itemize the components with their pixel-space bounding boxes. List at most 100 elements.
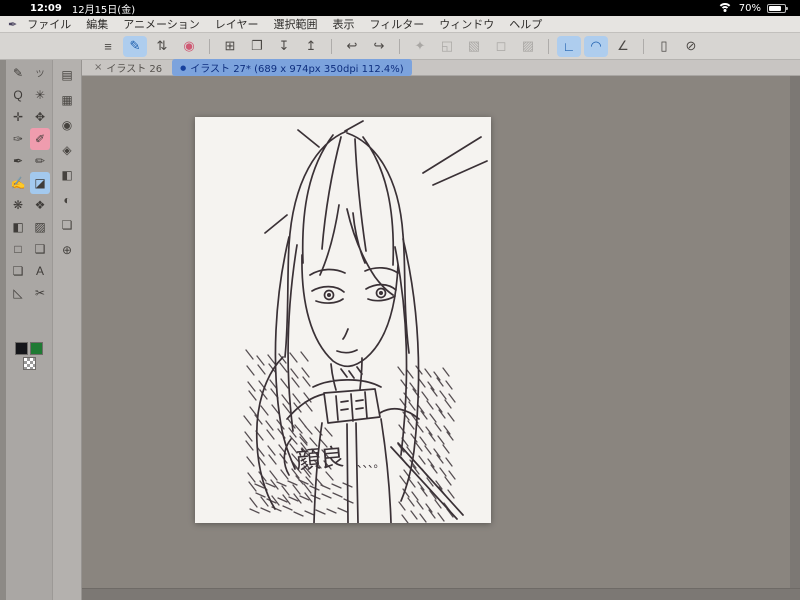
canvas-area[interactable]: 顔良 、、、。 [82,76,800,588]
menu-items: ファイル 編集 アニメーション レイヤー 選択範囲 表示 フィルター ウィンドウ ヘルプ [27,16,542,32]
marker-tool[interactable]: ✐ [30,128,50,150]
sketch-body [255,356,464,523]
edit-mode-icon[interactable]: ✎ [123,35,147,57]
menu-item[interactable]: アニメーション [123,16,200,32]
unsaved-dot-icon: ● [180,63,187,72]
color-wheel-panel-icon[interactable]: ◐ [57,191,77,209]
tab-label: イラスト 26 [106,64,163,75]
tool-palette: ✎ ツ Q ✳ ✛ ✥ ✑ ✐ ✒ ✏ ✍ ◪ ❋ ❖ ◧ ▨ □ ❑ ❏ A ◺ ✂ [6,60,52,600]
undo-icon[interactable]: ↩ [340,36,364,57]
layer-panel-icon[interactable]: ❏ [57,216,77,234]
close-tab-icon[interactable]: × [94,62,102,73]
color-swatches [11,342,47,370]
canvas-annotation-dots: 、、、。 [357,457,385,470]
pen-tool[interactable]: ✒ [8,150,28,172]
menu-item[interactable]: 選択範囲 [273,16,317,32]
pan-tool[interactable]: ✥ [30,106,50,128]
menu-item[interactable]: ファイル [27,16,71,32]
palette-dock: ▤ ▦ ◉ ◈ ◧ ◐ ❏ ⊕ [52,60,82,600]
status-date: 12月15日(金) [71,4,136,16]
text-tool[interactable]: A [30,260,50,282]
decoration-tool[interactable]: ❑ [30,238,50,260]
tool-grid: ✎ ツ Q ✳ ✛ ✥ ✑ ✐ ✒ ✏ ✍ ◪ ❋ ❖ ◧ ▨ □ ❑ ❏ A ◺ ✂ [7,62,51,304]
snap-special-ruler-icon[interactable]: ◠ [584,35,608,57]
brush-tool[interactable]: ✍ [8,172,28,194]
menu-item[interactable]: ウィンドウ [439,16,494,32]
selection-border-icon[interactable]: ▧ [462,36,486,57]
toolbar-divider [209,38,210,54]
command-bar: ≡ ✎ ⇅ ◉ ⊞ ❐ ↧ ↥ ↩ ↪ ✦ ◱ ▧ ◻ ▨ ∟ ◠ ∠ ▯ ⊘ [0,33,800,60]
clip-studio-paint-app: 12:09 12月15日(金) 70% ✒ ファイル 編集 アニメーション レイヤー選… [0,0,800,600]
sketch-drawing: 顔良 、、、。 [243,120,488,523]
workspace: ✎ ツ Q ✳ ✛ ✥ ✑ ✐ ✒ ✏ ✍ ◪ ❋ ❖ ◧ ▨ □ ❑ ❏ A ◺ ✂ ▤ ▦ ◉ ◈ ◧ ◐ ❏ ⊕ × イラスト 2… [0,59,800,600]
battery-icon [767,3,788,13]
menu-item[interactable]: フィルター [369,16,424,32]
share-icon[interactable]: ↥ [299,36,323,57]
menu-item[interactable]: 編集 [86,16,108,32]
move-tool[interactable]: ✛ [8,106,28,128]
ipad-status-bar: 12:09 12月15日(金) 70% [0,0,800,16]
navigator-panel-icon[interactable]: ⊕ [57,241,77,259]
toolbar-divider [643,38,644,54]
vertical-scrollbar[interactable] [790,76,800,588]
ruler-tool[interactable]: ◺ [8,282,28,304]
menu-item[interactable]: ヘルプ [509,16,542,32]
fill-selection-icon[interactable]: ▨ [516,36,540,57]
pen-input-icon[interactable]: ✎ [8,62,28,84]
companion-mode-icon[interactable]: ▯ [652,36,676,57]
tab-label: イラスト 27* (689 x 974px 350dpi 112.4%) [190,64,404,75]
invert-selection-icon[interactable]: ◱ [435,36,459,57]
gradient-tool[interactable]: ▨ [30,216,50,238]
selection-launcher-icon[interactable]: ◻ [489,36,513,57]
eraser-tool[interactable]: ◪ [30,172,50,194]
airbrush-tool[interactable]: ❋ [8,194,28,216]
eyedropper-tool[interactable]: ✑ [8,128,28,150]
deselect-icon[interactable]: ✦ [408,36,432,57]
auto-select-tool[interactable]: ✳ [30,84,50,106]
document-canvas[interactable]: 顔良 、、、。 [195,117,491,523]
pencil-tool[interactable]: ✏ [30,150,50,172]
blend-tool[interactable]: ❖ [30,194,50,216]
menu-bar: ✒ ファイル 編集 アニメーション レイヤー 選択範囲 表示 フィルター ウィンドウ ヘルプ [0,16,800,33]
zoom-tool[interactable]: Q [8,84,28,106]
menu-item[interactable]: 表示 [332,16,354,32]
reference-icon[interactable]: ⊘ [679,36,703,57]
subtool-panel-icon[interactable]: ◈ [57,141,77,159]
clip-studio-logo-icon[interactable]: ✒ [8,18,17,31]
toolbar-divider [399,38,400,54]
brush-size-panel-icon[interactable]: ◉ [57,116,77,134]
sketch-face-features [309,267,399,354]
transparent-color-swatch[interactable] [22,357,36,370]
toolbar-divider [548,38,549,54]
snap-grid-icon[interactable]: ∠ [611,36,635,57]
redo-icon[interactable]: ↪ [367,36,391,57]
status-time: 12:09 [30,2,62,14]
document-column: × イラスト 26 ● イラスト 27* (689 x 974px 350dpi… [82,59,800,600]
balloon-tool[interactable]: ❏ [8,260,28,282]
correct-line-tool[interactable]: ✂ [30,282,50,304]
tool-switcher-icon[interactable]: ⇅ [150,36,174,57]
open-file-icon[interactable]: ❐ [245,36,269,57]
clip-record-icon[interactable]: ◉ [177,36,201,57]
save-icon[interactable]: ↧ [272,36,296,57]
horizontal-scrollbar[interactable] [82,588,800,600]
sketch-hair-top [264,120,488,358]
battery-fill [769,5,781,11]
tab-illust-27-active[interactable]: ● イラスト 27* (689 x 974px 350dpi 112.4%) [172,59,412,76]
battery-percent: 70% [738,2,761,14]
tool-property-panel-icon[interactable]: ◧ [57,166,77,184]
sub-color-swatch[interactable] [30,342,43,355]
snap-ruler-icon[interactable]: ∟ [557,35,581,57]
main-menu-icon[interactable]: ≡ [96,36,120,57]
quick-access-panel-icon[interactable]: ▤ [57,66,77,84]
fill-tool[interactable]: ◧ [8,216,28,238]
tab-illust-26[interactable]: × イラスト 26 [94,60,162,75]
figure-tool[interactable]: □ [8,238,28,260]
canvas-annotation: 顔良 [295,443,345,475]
canvas-tab-bar: × イラスト 26 ● イラスト 27* (689 x 974px 350dpi… [82,59,800,76]
new-canvas-icon[interactable]: ⊞ [218,36,242,57]
tool-panel-label[interactable]: ツ [30,62,50,84]
main-color-swatch[interactable] [15,342,28,355]
material-panel-icon[interactable]: ▦ [57,91,77,109]
menu-item[interactable]: レイヤー [215,16,259,32]
